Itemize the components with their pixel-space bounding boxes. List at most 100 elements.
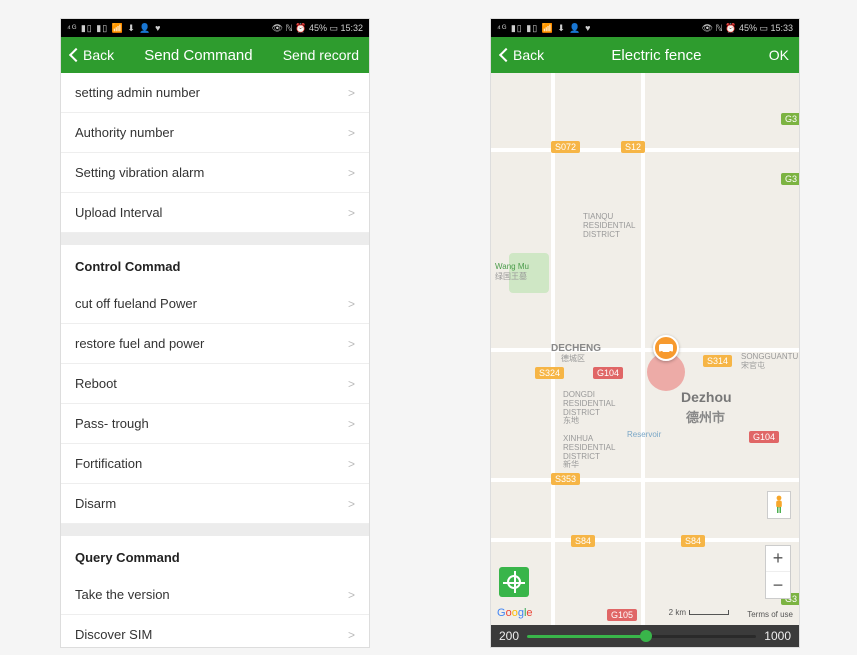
vehicle-marker[interactable] [653, 335, 679, 361]
row-label: restore fuel and power [75, 336, 204, 351]
chevron-right-icon: > [348, 417, 355, 431]
section-divider [61, 233, 369, 245]
row-label: Upload Interval [75, 205, 162, 220]
status-left-icons: ⁴ᴳ ▮▯ ▮▯ 📶 ⬇ 👤 ♥ [67, 23, 161, 34]
map-scale: 2 km [669, 608, 729, 617]
status-bar: ⁴ᴳ ▮▯ ▮▯ 📶 ⬇ 👤 ♥ 👁 ℕ ⏰ 45% ▭ 15:32 [61, 19, 369, 37]
row-restore-fuel-power[interactable]: restore fuel and power > [61, 324, 369, 364]
send-record-button[interactable]: Send record [283, 47, 359, 63]
row-disarm[interactable]: Disarm > [61, 484, 369, 524]
slider-min-label: 200 [499, 629, 519, 643]
row-label: Setting vibration alarm [75, 165, 204, 180]
row-setting-admin-number[interactable]: setting admin number > [61, 73, 369, 113]
road-badge: G105 [607, 609, 637, 621]
phone-electric-fence: ⁴ᴳ ▮▯ ▮▯ 📶 ⬇ 👤 ♥ 👁 ℕ ⏰ 45% ▭ 15:33 Back … [490, 18, 800, 648]
car-icon [659, 344, 673, 352]
zoom-out-button[interactable]: − [766, 572, 790, 598]
dongdi-label: DONGDI RESIDENTIAL DISTRICT 东地 [563, 391, 615, 426]
row-pass-through[interactable]: Pass- trough > [61, 404, 369, 444]
wangmu-label: Wang Mu [495, 263, 529, 272]
road-badge: S84 [681, 535, 705, 547]
slider-fill [527, 635, 646, 638]
decheng-label: DECHENG [551, 343, 601, 354]
section-header-control: Control Commad [61, 245, 369, 284]
row-cut-fuel-power[interactable]: cut off fueland Power > [61, 284, 369, 324]
scale-bar-icon [689, 610, 729, 615]
status-right: 👁 ℕ ⏰ 45% ▭ 15:33 [702, 23, 793, 34]
section-header-query: Query Command [61, 536, 369, 575]
row-label: Reboot [75, 376, 117, 391]
zoom-in-button[interactable]: + [766, 546, 790, 572]
chevron-right-icon: > [348, 86, 355, 100]
scale-label: 2 km [669, 608, 686, 617]
chevron-right-icon: > [348, 337, 355, 351]
chevron-right-icon: > [348, 297, 355, 311]
map-view[interactable]: Dezhou 德州市 DECHENG 德城区 DONGDI RESIDENTIA… [491, 73, 799, 625]
row-fortification[interactable]: Fortification > [61, 444, 369, 484]
header-bar: Back Send Command Send record [61, 37, 369, 73]
row-label: Pass- trough [75, 416, 149, 431]
slider-thumb-icon [640, 630, 652, 642]
wangmu-zh: 绿国王墓 [495, 273, 527, 282]
phone-send-command: ⁴ᴳ ▮▯ ▮▯ 📶 ⬇ 👤 ♥ 👁 ℕ ⏰ 45% ▭ 15:32 Back … [60, 18, 370, 648]
road-badge: G3 [781, 113, 799, 125]
chevron-right-icon: > [348, 377, 355, 391]
pegman-icon [773, 495, 785, 515]
row-label: Authority number [75, 125, 174, 140]
status-right: 👁 ℕ ⏰ 45% ▭ 15:32 [272, 23, 363, 34]
road-badge: S072 [551, 141, 580, 153]
section-divider [61, 524, 369, 536]
ok-button[interactable]: OK [769, 47, 789, 63]
road-badge: G104 [593, 367, 623, 379]
locate-button[interactable] [499, 567, 529, 597]
chevron-right-icon: > [348, 206, 355, 220]
road [491, 538, 799, 542]
road-badge: S84 [571, 535, 595, 547]
streetview-pegman[interactable] [767, 491, 791, 519]
road-badge: S314 [703, 355, 732, 367]
row-label: setting admin number [75, 85, 200, 100]
row-upload-interval[interactable]: Upload Interval > [61, 193, 369, 233]
road-badge: G3 [781, 173, 799, 185]
road-badge: G104 [749, 431, 779, 443]
songguantun-label: SONGGUANTUN 宋官屯 [741, 353, 799, 371]
reservoir-label: Reservoir [627, 431, 661, 440]
road-badge: S353 [551, 473, 580, 485]
row-label: Take the version [75, 587, 170, 602]
row-reboot[interactable]: Reboot > [61, 364, 369, 404]
chevron-left-icon [69, 48, 83, 62]
row-label: cut off fueland Power [75, 296, 197, 311]
header-bar: Back Electric fence OK [491, 37, 799, 73]
radius-slider-strip: 200 1000 [491, 625, 799, 647]
row-label: Fortification [75, 456, 142, 471]
google-logo: Google [497, 607, 533, 619]
chevron-right-icon: > [348, 166, 355, 180]
back-label: Back [513, 47, 544, 63]
locate-icon [507, 575, 521, 589]
city-label-en: Dezhou [681, 389, 732, 405]
radius-slider[interactable] [527, 635, 756, 638]
chevron-right-icon: > [348, 628, 355, 642]
row-authority-number[interactable]: Authority number > [61, 113, 369, 153]
road-badge: S324 [535, 367, 564, 379]
row-label: Disarm [75, 496, 116, 511]
row-take-version[interactable]: Take the version > [61, 575, 369, 615]
row-discover-sim[interactable]: Discover SIM > [61, 615, 369, 648]
chevron-right-icon: > [348, 457, 355, 471]
status-left-icons: ⁴ᴳ ▮▯ ▮▯ 📶 ⬇ 👤 ♥ [497, 23, 591, 34]
status-bar: ⁴ᴳ ▮▯ ▮▯ 📶 ⬇ 👤 ♥ 👁 ℕ ⏰ 45% ▭ 15:33 [491, 19, 799, 37]
header-title: Send Command [144, 47, 252, 64]
road [491, 478, 799, 482]
terms-link[interactable]: Terms of use [747, 610, 793, 619]
road [641, 73, 645, 625]
road-badge: S12 [621, 141, 645, 153]
header-title: Electric fence [611, 47, 701, 64]
zoom-controls: + − [765, 545, 791, 599]
chevron-right-icon: > [348, 126, 355, 140]
back-button[interactable]: Back [71, 47, 114, 63]
row-vibration-alarm[interactable]: Setting vibration alarm > [61, 153, 369, 193]
back-button[interactable]: Back [501, 47, 544, 63]
row-label: Discover SIM [75, 627, 152, 642]
chevron-left-icon [499, 48, 513, 62]
xinhua-label: XINHUA RESIDENTIAL DISTRICT 新华 [563, 435, 615, 470]
